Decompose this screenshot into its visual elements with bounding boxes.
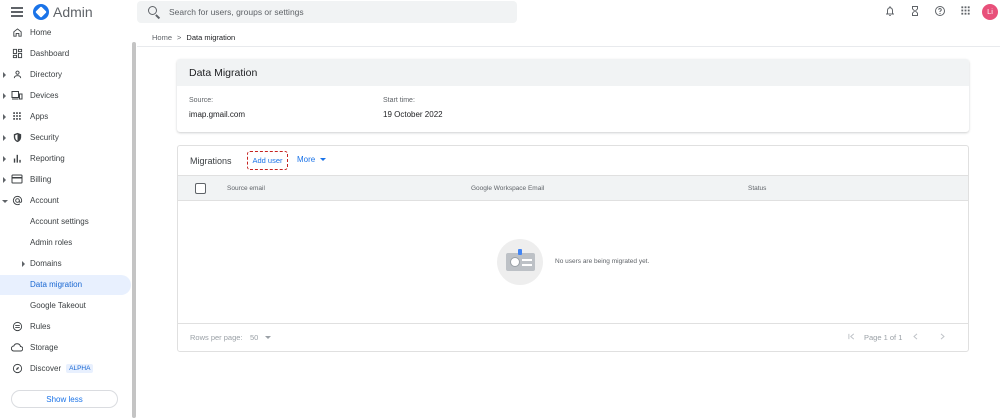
sidebar-item-data-migration[interactable]: Data migration	[0, 275, 131, 295]
sidebar-item-reporting[interactable]: Reporting	[0, 149, 131, 169]
next-page-icon[interactable]	[938, 332, 947, 343]
start-time-value: 19 October 2022	[383, 110, 443, 119]
apps-icon	[11, 111, 23, 123]
column-workspace-email[interactable]: Google Workspace Email	[471, 185, 544, 192]
rules-icon	[11, 321, 23, 333]
migrations-card: Migrations Add user More Source email Go…	[177, 145, 969, 352]
expand-caret-icon[interactable]	[3, 93, 6, 99]
search-icon[interactable]	[148, 6, 157, 15]
source-value: imap.gmail.com	[189, 110, 246, 119]
expand-caret-icon[interactable]	[3, 114, 6, 120]
start-time-label: Start time:	[383, 97, 415, 104]
shield-icon	[11, 132, 23, 144]
breadcrumb-separator: >	[177, 33, 182, 42]
breadcrumb-home[interactable]: Home	[152, 33, 172, 42]
sidebar-item-billing[interactable]: Billing	[0, 170, 131, 190]
compass-icon	[11, 363, 23, 375]
column-status[interactable]: Status	[748, 185, 766, 192]
sidebar-item-label: Discover	[30, 364, 62, 373]
expand-caret-icon[interactable]	[3, 72, 6, 78]
data-migration-card: Data Migration Source: imap.gmail.com St…	[177, 59, 969, 132]
header-divider	[137, 46, 1000, 47]
hourglass-icon[interactable]	[908, 5, 922, 19]
expand-caret-icon[interactable]	[3, 156, 6, 162]
more-label: More	[297, 155, 316, 164]
expand-caret-icon[interactable]	[3, 177, 6, 183]
expand-caret-icon[interactable]	[22, 261, 25, 267]
admin-logo-icon[interactable]	[33, 4, 49, 20]
sidebar-item-domains[interactable]: Domains	[0, 254, 131, 274]
person-icon	[11, 69, 23, 81]
sidebar: Home Dashboard Directory Devices Apps Se…	[0, 26, 137, 418]
credit-card-icon	[11, 174, 23, 186]
sidebar-item-account[interactable]: Account	[0, 191, 131, 211]
sidebar-item-security[interactable]: Security	[0, 128, 131, 148]
rows-per-page-label: Rows per page:	[190, 333, 243, 342]
sidebar-item-dashboard[interactable]: Dashboard	[0, 44, 131, 64]
app-title: Admin	[53, 4, 93, 20]
show-less-button[interactable]: Show less	[11, 390, 118, 408]
help-icon[interactable]	[933, 5, 947, 19]
first-page-icon[interactable]	[847, 332, 856, 343]
sidebar-item-admin-roles[interactable]: Admin roles	[0, 233, 131, 253]
select-all-checkbox[interactable]	[195, 183, 206, 194]
sidebar-scrollbar[interactable]	[132, 42, 136, 418]
page-title: Data Migration	[189, 67, 258, 79]
migrations-title: Migrations	[190, 156, 232, 166]
empty-state-text: No users are being migrated yet.	[555, 258, 650, 265]
sidebar-item-account-settings[interactable]: Account settings	[0, 212, 131, 232]
sidebar-item-devices[interactable]: Devices	[0, 86, 131, 106]
page-indicator: Page 1 of 1	[864, 333, 903, 342]
rows-per-page-caret-icon[interactable]	[265, 336, 271, 339]
sidebar-item-apps[interactable]: Apps	[0, 107, 131, 127]
empty-state-illustration-icon	[497, 239, 543, 285]
at-sign-icon	[11, 195, 23, 207]
table-header: Source email Google Workspace Email Stat…	[178, 175, 968, 201]
column-source-email[interactable]: Source email	[227, 185, 265, 192]
previous-page-icon[interactable]	[911, 332, 920, 343]
search-bar[interactable]	[137, 1, 517, 23]
rows-per-page-select[interactable]: 50	[250, 333, 258, 342]
sidebar-item-storage[interactable]: Storage	[0, 338, 131, 358]
search-input[interactable]	[169, 5, 509, 19]
home-icon	[11, 27, 23, 39]
sidebar-item-directory[interactable]: Directory	[0, 65, 131, 85]
sidebar-item-discover[interactable]: Discover ALPHA	[0, 359, 131, 379]
card-header	[177, 59, 969, 86]
main-menu-icon[interactable]	[11, 7, 23, 17]
more-button[interactable]: More	[297, 155, 327, 164]
collapse-caret-icon[interactable]	[2, 200, 8, 203]
sidebar-item-rules[interactable]: Rules	[0, 317, 131, 337]
table-footer-divider	[178, 323, 968, 324]
alpha-badge: ALPHA	[66, 364, 94, 373]
dashboard-icon	[11, 48, 23, 60]
apps-grid-icon[interactable]	[958, 5, 972, 19]
avatar[interactable]: Li	[982, 4, 998, 20]
top-bar: Admin Li	[0, 0, 1000, 26]
dropdown-caret-icon	[320, 158, 327, 161]
devices-icon	[11, 90, 23, 102]
sidebar-item-google-takeout[interactable]: Google Takeout	[0, 296, 131, 316]
cloud-icon	[10, 342, 24, 354]
breadcrumb-current: Data migration	[186, 33, 236, 42]
sidebar-item-home[interactable]: Home	[0, 23, 131, 43]
expand-caret-icon[interactable]	[3, 135, 6, 141]
add-user-button[interactable]: Add user	[247, 151, 288, 170]
bar-chart-icon	[11, 153, 23, 165]
source-label: Source:	[189, 97, 214, 104]
breadcrumb: Home > Data migration	[152, 33, 235, 42]
bell-icon[interactable]	[883, 5, 897, 19]
